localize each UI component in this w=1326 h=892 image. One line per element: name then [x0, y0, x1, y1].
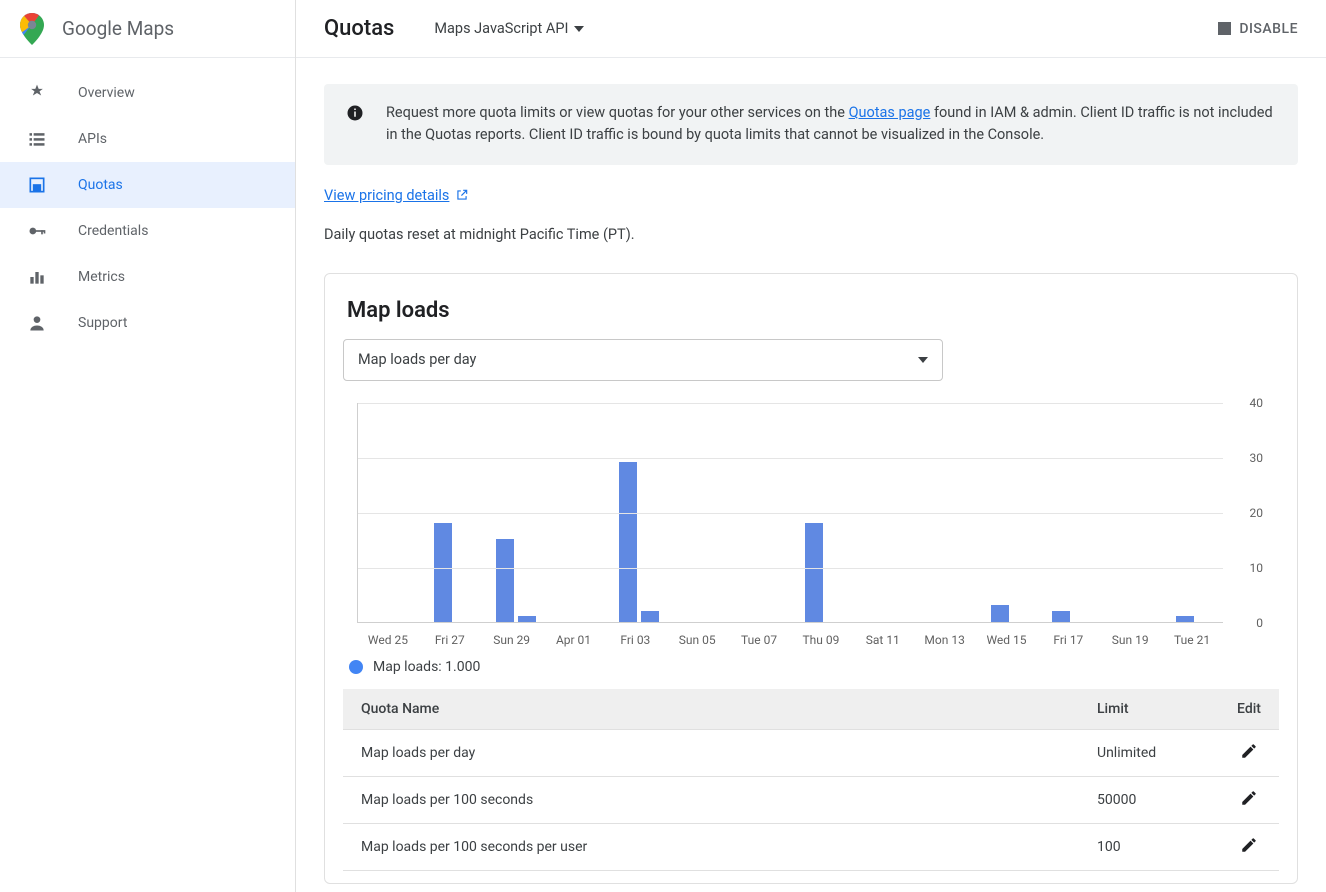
y-tick-label: 30: [1250, 451, 1264, 465]
content: Request more quota limits or view quotas…: [296, 58, 1326, 892]
google-maps-pin-icon: [20, 13, 44, 45]
cell-limit: 50000: [1079, 776, 1219, 823]
chart-bar: [619, 462, 637, 622]
quotas-page-link[interactable]: Quotas page: [849, 104, 931, 121]
sidebar-item-label: APIs: [78, 131, 107, 147]
chart-bar: [991, 605, 1009, 622]
main: Quotas Maps JavaScript API DISABLE Reque…: [296, 0, 1326, 892]
chart: 010203040 Wed 25Fri 27Sun 29Apr 01Fri 03…: [343, 403, 1279, 653]
x-tick-label: Wed 15: [986, 633, 1026, 647]
list-icon: [26, 128, 48, 150]
map-loads-card: Map loads Map loads per day 0 10 20 30 40 We…: [324, 273, 1298, 884]
col-quota-name: Quota Name: [343, 689, 1079, 730]
edit-button[interactable]: [1240, 795, 1258, 811]
y-tick-label: 10: [1250, 561, 1264, 575]
col-edit: Edit: [1219, 689, 1279, 730]
edit-button[interactable]: [1240, 842, 1258, 858]
table-row: Map loads per 100 seconds50000: [343, 776, 1279, 823]
sidebar-item-apis[interactable]: APIs: [0, 116, 295, 162]
api-selector[interactable]: Maps JavaScript API: [434, 20, 584, 37]
pricing-details-link[interactable]: View pricing details: [324, 187, 469, 204]
x-tick-label: Tue 21: [1174, 633, 1210, 647]
product-header: Google Maps: [0, 0, 295, 58]
external-link-icon: [455, 188, 469, 202]
chart-bar: [805, 523, 823, 622]
legend-dot-icon: [349, 660, 363, 674]
x-tick-label: Fri 27: [435, 633, 465, 647]
table-row: Map loads per dayUnlimited: [343, 729, 1279, 776]
chart-bar: [434, 523, 452, 622]
person-icon: [26, 312, 48, 334]
sidebar-item-label: Quotas: [78, 177, 123, 193]
sidebar-item-quotas[interactable]: Quotas: [0, 162, 295, 208]
cell-limit: 100: [1079, 823, 1219, 870]
cell-quota-name: Map loads per 100 seconds: [343, 776, 1079, 823]
disable-label: DISABLE: [1239, 21, 1298, 37]
x-tick-label: Tue 07: [741, 633, 777, 647]
x-tick-label: Thu 09: [802, 633, 839, 647]
chart-bar: [1052, 611, 1070, 622]
cell-quota-name: Map loads per day: [343, 729, 1079, 776]
banner-prefix: Request more quota limits or view quotas…: [386, 104, 849, 121]
chart-bar: [641, 611, 659, 622]
legend-label: Map loads: 1.000: [373, 659, 480, 675]
card-title: Map loads: [343, 298, 1279, 323]
y-tick-label: 0: [1256, 616, 1263, 630]
disable-button[interactable]: DISABLE: [1218, 21, 1298, 37]
x-tick-label: Fri 17: [1053, 633, 1083, 647]
x-tick-label: Wed 25: [368, 633, 408, 647]
api-selector-label: Maps JavaScript API: [434, 20, 568, 37]
sidebar-item-credentials[interactable]: Credentials: [0, 208, 295, 254]
sidebar-item-label: Metrics: [78, 269, 125, 285]
chevron-down-icon: [918, 357, 928, 363]
stop-icon: [1218, 22, 1231, 35]
x-tick-label: Sun 05: [679, 633, 716, 647]
sidebar: Google Maps Overview APIs Quotas: [0, 0, 296, 892]
sidebar-item-label: Overview: [78, 85, 135, 101]
sidebar-item-metrics[interactable]: Metrics: [0, 254, 295, 300]
page-header: Quotas Maps JavaScript API DISABLE: [296, 0, 1326, 58]
cell-quota-name: Map loads per 100 seconds per user: [343, 823, 1079, 870]
quota-table: Quota Name Limit Edit Map loads per dayU…: [343, 689, 1279, 871]
x-tick-label: Sun 29: [493, 633, 530, 647]
sidebar-item-overview[interactable]: Overview: [0, 70, 295, 116]
chevron-down-icon: [574, 26, 584, 32]
product-title: Google Maps: [62, 17, 174, 40]
table-row: Map loads per 100 seconds per user100: [343, 823, 1279, 870]
x-tick-label: Mon 13: [924, 633, 964, 647]
x-tick-label: Apr 01: [556, 633, 591, 647]
x-tick-label: Fri 03: [620, 633, 650, 647]
key-icon: [26, 220, 48, 242]
overview-icon: [26, 82, 48, 104]
chart-bar: [518, 616, 536, 622]
bar-chart-icon: [26, 266, 48, 288]
chart-bar: [496, 539, 514, 622]
sidebar-item-label: Credentials: [78, 223, 148, 239]
chart-bar: [1176, 616, 1194, 622]
metric-selector[interactable]: Map loads per day: [343, 339, 943, 381]
chart-legend: Map loads: 1.000: [349, 659, 1279, 675]
banner-text: Request more quota limits or view quotas…: [386, 102, 1276, 147]
table-header-row: Quota Name Limit Edit: [343, 689, 1279, 730]
col-limit: Limit: [1079, 689, 1219, 730]
x-tick-label: Sun 19: [1112, 633, 1149, 647]
daily-reset-note: Daily quotas reset at midnight Pacific T…: [324, 226, 1298, 243]
quota-icon: [26, 174, 48, 196]
info-icon: [346, 104, 364, 129]
info-banner: Request more quota limits or view quotas…: [324, 84, 1298, 165]
edit-button[interactable]: [1240, 748, 1258, 764]
cell-edit: [1219, 729, 1279, 776]
y-tick-label: 40: [1250, 396, 1264, 410]
y-tick-label: 20: [1250, 506, 1264, 520]
sidebar-item-label: Support: [78, 315, 127, 331]
cell-limit: Unlimited: [1079, 729, 1219, 776]
pricing-link-label: View pricing details: [324, 187, 449, 204]
metric-selector-label: Map loads per day: [358, 351, 476, 368]
cell-edit: [1219, 776, 1279, 823]
page-title: Quotas: [324, 16, 394, 41]
cell-edit: [1219, 823, 1279, 870]
sidebar-item-support[interactable]: Support: [0, 300, 295, 346]
side-nav: Overview APIs Quotas Credentials: [0, 58, 295, 346]
x-tick-label: Sat 11: [866, 633, 900, 647]
